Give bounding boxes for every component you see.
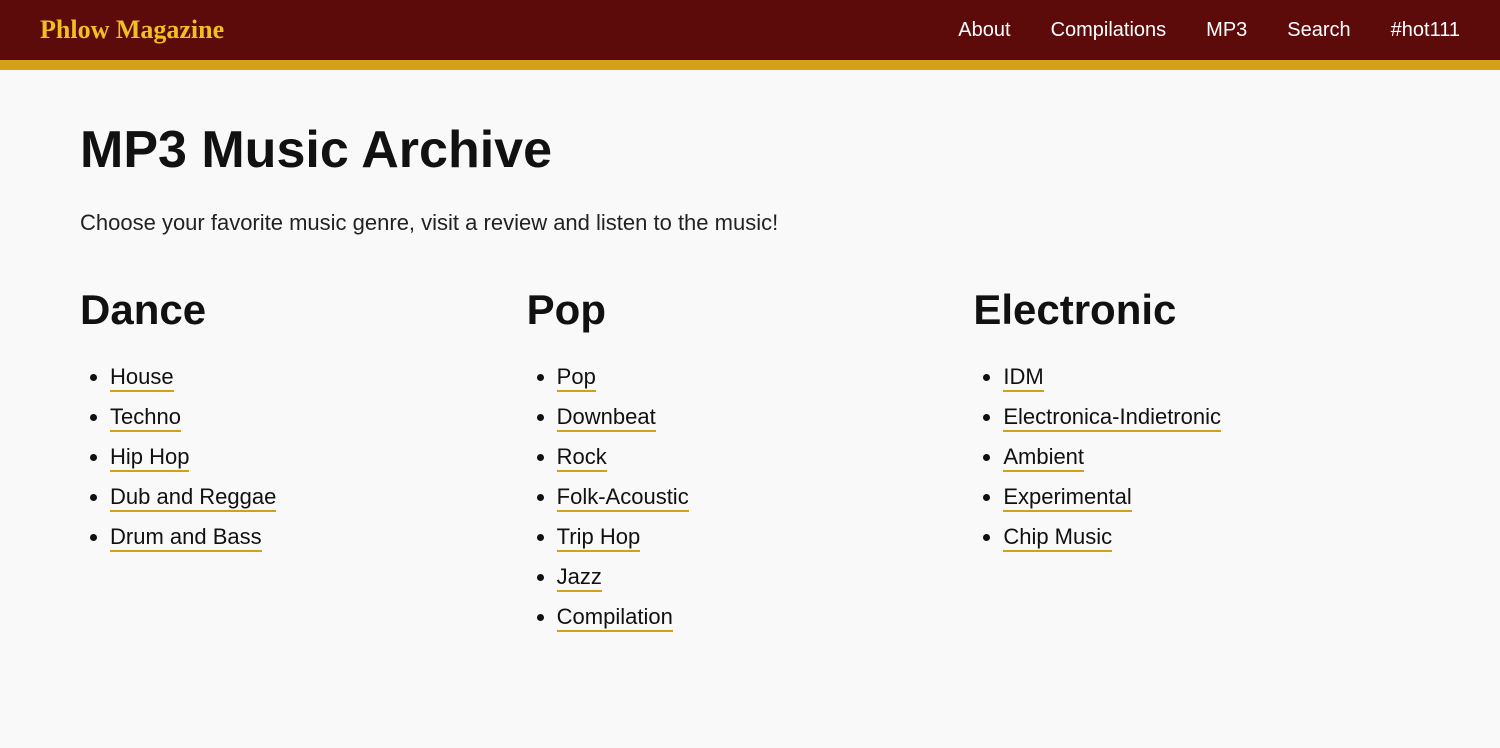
genre-list-pop: Pop Downbeat Rock Folk-Acoustic Trip Hop Jazz… bbox=[527, 364, 974, 630]
list-item: Compilation bbox=[557, 604, 974, 630]
nav-item--hot111[interactable]: #hot111 bbox=[1391, 19, 1460, 42]
genre-link-hip-hop[interactable]: Hip Hop bbox=[110, 444, 189, 472]
genre-link-techno[interactable]: Techno bbox=[110, 404, 181, 432]
list-item: Trip Hop bbox=[557, 524, 974, 550]
genre-link-rock[interactable]: Rock bbox=[557, 444, 607, 472]
list-item: Techno bbox=[110, 404, 527, 430]
list-item: Dub and Reggae bbox=[110, 484, 527, 510]
genre-section-dance: Dance House Techno Hip Hop Dub and Reggae Dru… bbox=[80, 286, 527, 644]
list-item: Rock bbox=[557, 444, 974, 470]
list-item: Pop bbox=[557, 364, 974, 390]
main-nav: About Compilations MP3 Search #hot111 bbox=[958, 19, 1460, 42]
list-item: Downbeat bbox=[557, 404, 974, 430]
main-content: MP3 Music Archive Choose your favorite m… bbox=[0, 70, 1500, 694]
genre-link-dub-and-reggae[interactable]: Dub and Reggae bbox=[110, 484, 276, 512]
page-subtitle: Choose your favorite music genre, visit … bbox=[80, 210, 1420, 236]
list-item: House bbox=[110, 364, 527, 390]
nav-item-search[interactable]: Search bbox=[1287, 19, 1350, 42]
genre-link-electronica-indietronic[interactable]: Electronica-Indietronic bbox=[1003, 404, 1221, 432]
genre-list-electronic: IDM Electronica-Indietronic Ambient Experim… bbox=[973, 364, 1420, 550]
list-item: IDM bbox=[1003, 364, 1420, 390]
genre-category-electronic: Electronic bbox=[973, 286, 1420, 334]
genre-section-electronic: Electronic IDM Electronica-Indietronic Ambi… bbox=[973, 286, 1420, 644]
genre-link-idm[interactable]: IDM bbox=[1003, 364, 1043, 392]
genre-link-pop[interactable]: Pop bbox=[557, 364, 596, 392]
nav-item-compilations[interactable]: Compilations bbox=[1051, 19, 1167, 42]
genre-list-dance: House Techno Hip Hop Dub and Reggae Drum and… bbox=[80, 364, 527, 550]
genre-link-compilation[interactable]: Compilation bbox=[557, 604, 673, 632]
site-title[interactable]: Phlow Magazine bbox=[40, 15, 224, 45]
genre-category-pop: Pop bbox=[527, 286, 974, 334]
list-item: Experimental bbox=[1003, 484, 1420, 510]
site-header: Phlow Magazine About Compilations MP3 Searc… bbox=[0, 0, 1500, 60]
genre-link-ambient[interactable]: Ambient bbox=[1003, 444, 1084, 472]
page-title: MP3 Music Archive bbox=[80, 120, 1420, 180]
genre-link-downbeat[interactable]: Downbeat bbox=[557, 404, 656, 432]
genre-link-house[interactable]: House bbox=[110, 364, 174, 392]
list-item: Drum and Bass bbox=[110, 524, 527, 550]
genre-grid: Dance House Techno Hip Hop Dub and Reggae Dru… bbox=[80, 286, 1420, 644]
genre-section-pop: Pop Pop Downbeat Rock Folk-Acoustic Trip Hop J… bbox=[527, 286, 974, 644]
list-item: Chip Music bbox=[1003, 524, 1420, 550]
list-item: Jazz bbox=[557, 564, 974, 590]
list-item: Ambient bbox=[1003, 444, 1420, 470]
genre-link-trip-hop[interactable]: Trip Hop bbox=[557, 524, 641, 552]
genre-link-jazz[interactable]: Jazz bbox=[557, 564, 602, 592]
list-item: Folk-Acoustic bbox=[557, 484, 974, 510]
genre-link-drum-and-bass[interactable]: Drum and Bass bbox=[110, 524, 262, 552]
gold-stripe bbox=[0, 60, 1500, 70]
genre-category-dance: Dance bbox=[80, 286, 527, 334]
genre-link-folk-acoustic[interactable]: Folk-Acoustic bbox=[557, 484, 689, 512]
list-item: Electronica-Indietronic bbox=[1003, 404, 1420, 430]
genre-link-chip-music[interactable]: Chip Music bbox=[1003, 524, 1112, 552]
list-item: Hip Hop bbox=[110, 444, 527, 470]
genre-link-experimental[interactable]: Experimental bbox=[1003, 484, 1131, 512]
nav-item-about[interactable]: About bbox=[958, 19, 1010, 42]
nav-item-mp3[interactable]: MP3 bbox=[1206, 19, 1247, 42]
